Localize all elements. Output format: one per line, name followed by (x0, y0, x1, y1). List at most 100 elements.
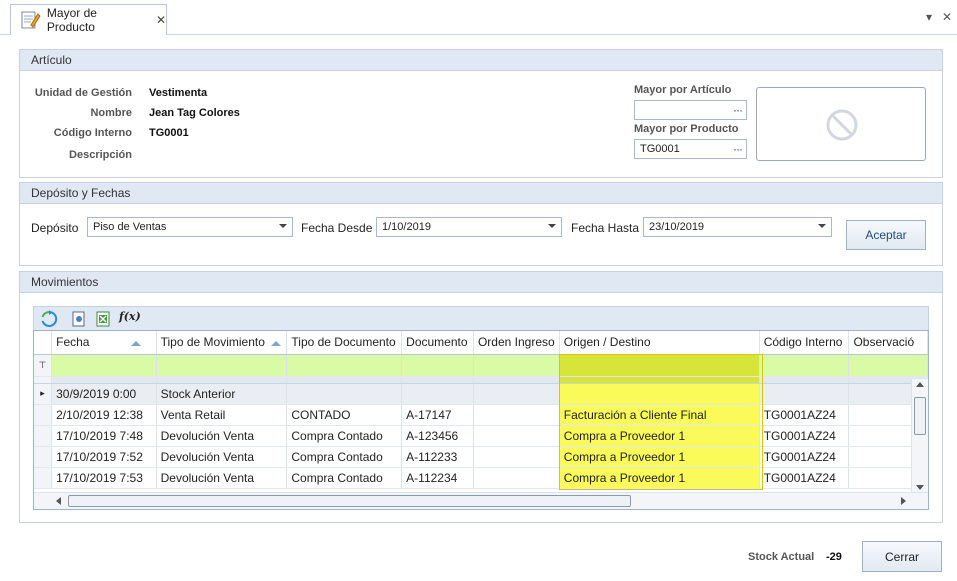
cell[interactable]: Facturación a Cliente Final (559, 404, 760, 426)
descripcion-label: Descripción (69, 149, 132, 161)
mayor-articulo-field[interactable]: ··· (634, 100, 747, 120)
table-row[interactable]: 17/10/2019 7:53 Devolución Venta Compra … (34, 467, 928, 489)
cell[interactable]: 17/10/2019 7:48 (51, 425, 157, 447)
articulo-panel: Artículo Unidad de Gestión Vestimenta No… (19, 49, 943, 178)
cell[interactable]: 17/10/2019 7:53 (51, 467, 157, 489)
table-row[interactable]: 17/10/2019 7:52 Devolución Venta Compra … (34, 446, 928, 468)
codigo-label: Código Interno (53, 127, 132, 139)
table-row[interactable]: 17/10/2019 7:48 Devolución Venta Compra … (34, 425, 928, 447)
codigo-value: TG0001 (149, 127, 189, 139)
column-header[interactable]: Observació (848, 331, 928, 355)
column-header[interactable]: Documento (401, 331, 474, 355)
cell[interactable] (473, 383, 560, 405)
table-row[interactable]: ▸ 30/9/2019 0:00 Stock Anterior (34, 383, 928, 405)
chevron-down-icon[interactable] (818, 224, 826, 228)
cell[interactable]: Devolución Venta (156, 425, 288, 447)
cell[interactable]: 2/10/2019 12:38 (51, 404, 157, 426)
scroll-down-icon[interactable] (916, 485, 924, 490)
cell[interactable]: Compra a Proveedor 1 (559, 467, 760, 489)
scroll-right-icon[interactable] (901, 497, 906, 505)
cell[interactable] (473, 425, 560, 447)
hasta-value: 23/10/2019 (649, 221, 705, 233)
window-close-icon[interactable]: ✕ (942, 10, 952, 24)
hasta-label: Fecha Hasta (571, 221, 640, 235)
ellipsis-button[interactable]: ··· (733, 101, 743, 119)
cell[interactable]: Devolución Venta (156, 467, 288, 489)
cell[interactable]: 17/10/2019 7:52 (51, 446, 157, 468)
mayor-producto-field[interactable]: TG0001 ··· (634, 139, 747, 159)
tab-mayor-de-producto[interactable]: Mayor de Producto ✕ (10, 4, 167, 35)
export-document-icon[interactable] (70, 310, 88, 328)
desde-date-field[interactable]: 1/10/2019 (376, 217, 562, 237)
filter-cell[interactable] (401, 354, 474, 377)
scroll-up-icon[interactable] (916, 382, 924, 387)
product-image-box[interactable] (756, 87, 926, 161)
column-header[interactable]: Tipo de Movimiento (156, 331, 288, 355)
vertical-scrollbar[interactable] (911, 379, 928, 494)
filter-cell[interactable] (286, 354, 403, 377)
filter-cell[interactable] (473, 354, 560, 377)
cell[interactable]: Compra Contado (286, 425, 403, 447)
cell[interactable]: A-112234 (401, 467, 474, 489)
deposito-select[interactable]: Piso de Ventas (87, 217, 293, 237)
cell[interactable]: TG0001AZ24 (759, 425, 850, 447)
tab-close-icon[interactable]: ✕ (156, 13, 166, 27)
scroll-thumb[interactable] (68, 495, 631, 507)
hasta-date-field[interactable]: 23/10/2019 (643, 217, 832, 237)
document-edit-icon (21, 11, 41, 29)
cell[interactable] (286, 383, 403, 405)
scroll-left-icon[interactable] (56, 497, 61, 505)
filter-cell[interactable] (156, 354, 288, 377)
ellipsis-button[interactable]: ··· (733, 140, 743, 158)
column-header[interactable]: Tipo de Documento (286, 331, 403, 355)
aceptar-button[interactable]: Aceptar (846, 220, 926, 250)
cell[interactable]: A-112233 (401, 446, 474, 468)
deposito-panel: Depósito y Fechas Depósito Piso de Venta… (19, 182, 943, 266)
column-header[interactable]: Orden Ingreso (473, 331, 560, 355)
cell[interactable]: TG0001AZ24 (759, 467, 850, 489)
filter-cell[interactable] (51, 354, 157, 377)
cerrar-button[interactable]: Cerrar (862, 541, 942, 572)
cell[interactable]: Venta Retail (156, 404, 288, 426)
cell[interactable] (473, 404, 560, 426)
cell[interactable] (473, 446, 560, 468)
window-dropdown-icon[interactable]: ▾ (926, 10, 932, 24)
unidad-value: Vestimenta (149, 87, 208, 99)
row-indicator-icon: ▸ (34, 383, 53, 405)
cell[interactable]: Compra Contado (286, 467, 403, 489)
chevron-down-icon[interactable] (279, 224, 287, 228)
function-icon[interactable]: f(x) (119, 310, 141, 328)
horizontal-scrollbar[interactable] (34, 492, 928, 509)
movimientos-grid: Fecha Tipo de Movimiento Tipo de Documen… (33, 330, 929, 510)
filter-cell[interactable] (759, 354, 850, 377)
filter-cell[interactable] (848, 354, 928, 377)
chevron-down-icon[interactable] (548, 224, 556, 228)
cell[interactable]: 30/9/2019 0:00 (51, 383, 157, 405)
cell[interactable]: Compra Contado (286, 446, 403, 468)
filter-cell[interactable] (559, 354, 760, 377)
cell[interactable] (401, 383, 474, 405)
scroll-thumb[interactable] (914, 397, 926, 435)
cell[interactable]: A-17147 (401, 404, 474, 426)
cell[interactable] (559, 383, 760, 405)
cell[interactable]: TG0001AZ24 (759, 404, 850, 426)
cell[interactable] (759, 383, 850, 405)
grid-toolbar: f(x) (33, 306, 929, 331)
filter-icon: ⊤ (34, 354, 53, 377)
cell[interactable] (473, 467, 560, 489)
refresh-icon[interactable] (40, 310, 58, 328)
cell[interactable]: Compra a Proveedor 1 (559, 446, 760, 468)
column-header[interactable]: Fecha (51, 331, 157, 355)
cell[interactable]: Compra a Proveedor 1 (559, 425, 760, 447)
export-excel-icon[interactable] (94, 310, 112, 328)
cell[interactable]: TG0001AZ24 (759, 446, 850, 468)
column-header[interactable]: Código Interno (759, 331, 850, 355)
stock-actual-label: Stock Actual (748, 551, 815, 563)
column-header[interactable]: Origen / Destino (559, 331, 760, 355)
cell[interactable]: CONTADO (286, 404, 403, 426)
cell[interactable]: A-123456 (401, 425, 474, 447)
cell[interactable]: Devolución Venta (156, 446, 288, 468)
cell[interactable]: Stock Anterior (156, 383, 288, 405)
no-image-icon (826, 109, 858, 141)
table-row[interactable]: 2/10/2019 12:38 Venta Retail CONTADO A-1… (34, 404, 928, 426)
